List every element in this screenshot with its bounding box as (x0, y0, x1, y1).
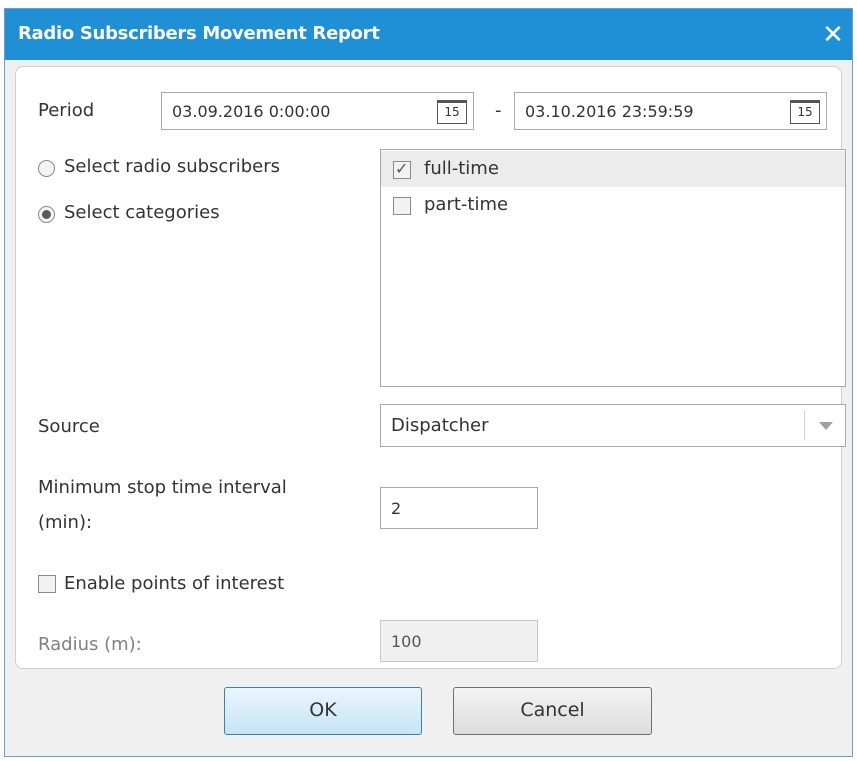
period-to-value: 03.10.2016 23:59:59 (525, 102, 694, 121)
radius-label: Radius (m): (38, 634, 142, 655)
source-dropdown[interactable]: Dispatcher (380, 404, 846, 447)
categories-list[interactable]: ✓ full-time part-time (380, 149, 846, 387)
select-categories-radio[interactable] (38, 206, 55, 223)
select-categories-label[interactable]: Select categories (64, 202, 220, 223)
source-value: Dispatcher (391, 415, 489, 436)
period-from-field[interactable]: 03.09.2016 0:00:00 15 (161, 92, 474, 130)
enable-poi-checkbox[interactable] (38, 575, 56, 593)
enable-poi-label[interactable]: Enable points of interest (64, 573, 284, 594)
dropdown-divider (804, 411, 805, 440)
min-stop-value: 2 (391, 499, 402, 518)
list-item[interactable]: part-time (381, 187, 845, 223)
radius-value: 100 (391, 632, 422, 651)
calendar-icon[interactable]: 15 (437, 100, 467, 124)
list-item-label: full-time (424, 158, 499, 179)
part-time-checkbox[interactable] (393, 197, 411, 215)
period-separator: - (495, 100, 502, 121)
title-bar: Radio Subscribers Movement Report ✕ (5, 9, 852, 60)
chevron-down-icon[interactable] (819, 422, 833, 430)
period-to-field[interactable]: 03.10.2016 23:59:59 15 (514, 92, 827, 130)
source-label: Source (38, 416, 100, 437)
radius-input: 100 (380, 620, 538, 662)
min-stop-label-line2: (min): (38, 512, 93, 533)
period-from-value: 03.09.2016 0:00:00 (172, 102, 331, 121)
close-icon[interactable]: ✕ (818, 21, 848, 49)
min-stop-input[interactable]: 2 (380, 487, 538, 529)
select-radio-subscribers-radio[interactable] (38, 160, 55, 177)
select-radio-subscribers-label[interactable]: Select radio subscribers (64, 156, 280, 177)
ok-button[interactable]: OK (224, 687, 422, 735)
calendar-icon[interactable]: 15 (790, 100, 820, 124)
report-dialog: Radio Subscribers Movement Report ✕ Peri… (4, 8, 853, 757)
full-time-checkbox[interactable]: ✓ (393, 159, 411, 179)
period-label: Period (38, 100, 95, 121)
settings-panel: Period 03.09.2016 0:00:00 15 - 03.10.201… (15, 66, 846, 669)
list-item[interactable]: ✓ full-time (381, 151, 845, 187)
list-item-label: part-time (424, 194, 509, 215)
dialog-title: Radio Subscribers Movement Report (18, 23, 380, 44)
min-stop-label-line1: Minimum stop time interval (38, 477, 287, 498)
cancel-button[interactable]: Cancel (453, 687, 652, 735)
